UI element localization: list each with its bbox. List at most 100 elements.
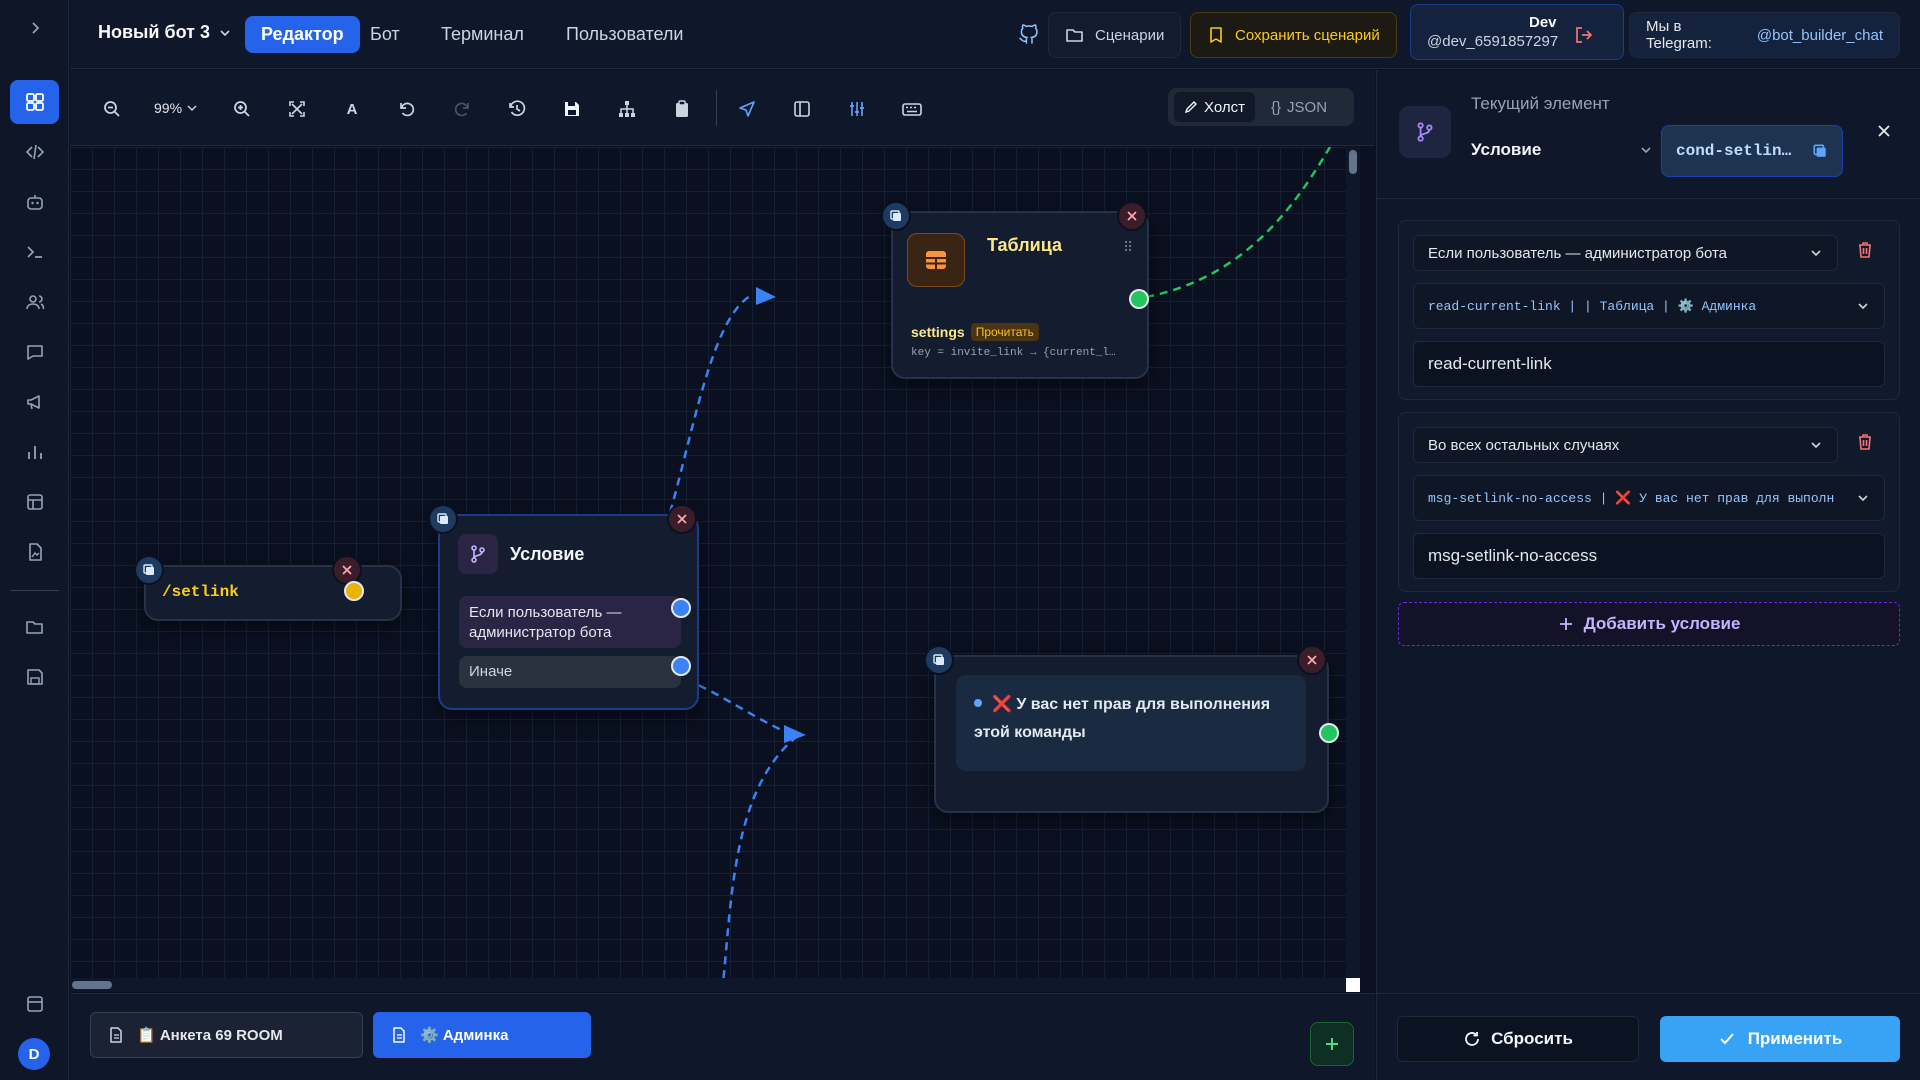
github-button[interactable]: [1018, 23, 1040, 45]
duplicate-node-button[interactable]: [134, 555, 164, 585]
tab-terminal[interactable]: Терминал: [425, 16, 540, 53]
condition-node[interactable]: Условие Если пользователь — администрато…: [428, 504, 699, 710]
delete-node-button[interactable]: [1297, 645, 1327, 675]
delete-node-button[interactable]: [1117, 201, 1147, 231]
font-size-button[interactable]: A: [337, 94, 367, 124]
copy-icon: [933, 654, 944, 665]
close-panel-button[interactable]: [1877, 124, 1891, 138]
delete-node-button[interactable]: [667, 504, 697, 534]
condition-target-input[interactable]: msg-setlink-no-access: [1413, 533, 1885, 579]
apply-button[interactable]: Применить: [1660, 1016, 1900, 1062]
tab-users[interactable]: Пользователи: [550, 16, 699, 53]
add-scenario-button[interactable]: [1310, 1022, 1354, 1066]
rail-open-button[interactable]: [10, 605, 59, 649]
megaphone-icon: [26, 395, 40, 410]
scenario-tab-anketa[interactable]: 📋 Анкета 69 ROOM: [90, 1012, 363, 1058]
element-id-chip[interactable]: cond-setlin…: [1661, 125, 1843, 177]
message-node[interactable]: ❌ У вас нет прав для выполнения этой ком…: [924, 645, 1339, 813]
duplicate-node-button[interactable]: [881, 201, 911, 231]
duplicate-node-button[interactable]: [924, 645, 954, 675]
output-port[interactable]: [1319, 723, 1339, 743]
command-node[interactable]: /setlink: [134, 555, 402, 621]
save-canvas-button[interactable]: [557, 94, 587, 124]
scenario-tab-admin[interactable]: ⚙️ Админка: [373, 1012, 591, 1058]
rail-users-button[interactable]: [10, 280, 59, 324]
robot-icon: [26, 195, 43, 210]
condition-target-select[interactable]: read-current-link | | Таблица | ⚙️ Админ…: [1413, 283, 1885, 329]
message-text: У вас нет прав для выполнения этой коман…: [974, 696, 1271, 741]
zoom-in-button[interactable]: [227, 94, 257, 124]
duplicate-node-button[interactable]: [428, 504, 458, 534]
rail-editor-button[interactable]: [10, 80, 59, 124]
branch-icon: [1399, 106, 1451, 158]
condition-target-input[interactable]: read-current-link: [1413, 341, 1885, 387]
rail-code-button[interactable]: [10, 130, 59, 174]
flow-canvas[interactable]: /setlink Условие Если пользователь — адм…: [70, 147, 1360, 992]
delete-condition-button[interactable]: [1857, 433, 1873, 451]
branch-else-port[interactable]: [671, 656, 691, 676]
rail-stats-button[interactable]: [10, 430, 59, 474]
rail-tables-button[interactable]: [10, 480, 59, 524]
tab-editor[interactable]: Редактор: [245, 16, 360, 53]
telegram-chat-link[interactable]: Мы в Telegram: @bot_builder_chat: [1629, 12, 1900, 58]
toggle-sidebar-button[interactable]: [787, 94, 817, 124]
rail-layout-button[interactable]: [10, 982, 59, 1026]
condition-branch-admin[interactable]: Если пользователь — администратор бота: [459, 596, 681, 648]
redo-button[interactable]: [447, 94, 477, 124]
plus-icon: [1326, 1038, 1338, 1050]
condition-title: Условие: [510, 544, 585, 564]
table-node[interactable]: Таблица ⠿ settings Прочитать key = invit…: [881, 201, 1149, 379]
properties-button[interactable]: [842, 94, 872, 124]
zoom-out-button[interactable]: [97, 94, 127, 124]
rail-messages-button[interactable]: [10, 330, 59, 374]
avatar[interactable]: D: [18, 1038, 50, 1070]
zoom-select[interactable]: 99%: [154, 100, 198, 116]
scenarios-button[interactable]: Сценарии: [1048, 12, 1182, 58]
output-port[interactable]: [344, 581, 364, 601]
history-button[interactable]: [502, 94, 532, 124]
vertical-scroll-thumb[interactable]: [1349, 150, 1357, 174]
rail-save-button[interactable]: [10, 655, 59, 699]
rail-media-button[interactable]: [10, 530, 59, 574]
rail-divider: [10, 590, 59, 591]
condition-branch-else[interactable]: Иначе: [459, 656, 681, 688]
bot-selector[interactable]: Новый бот 3: [98, 22, 232, 43]
logout-button[interactable]: [1574, 25, 1594, 45]
code-icon: [25, 144, 44, 160]
delete-condition-button[interactable]: [1857, 241, 1873, 259]
expand-sidebar-button[interactable]: [10, 6, 59, 50]
canvas-toolbar: 99% A Холст {} JSON: [70, 70, 1375, 146]
keyboard-button[interactable]: [897, 94, 927, 124]
send-button[interactable]: [732, 94, 762, 124]
view-canvas-tab[interactable]: Холст: [1174, 92, 1255, 122]
vertical-scrollbar[interactable]: [1346, 147, 1360, 992]
close-icon: [677, 514, 687, 524]
delete-node-button[interactable]: [332, 555, 362, 585]
drag-handle-icon[interactable]: ⠿: [1123, 239, 1133, 256]
tab-bot[interactable]: Бот: [354, 16, 416, 53]
condition-rule-select[interactable]: Если пользователь — администратор бота: [1413, 235, 1838, 271]
output-port[interactable]: [1129, 289, 1149, 309]
element-id: cond-setlin…: [1676, 142, 1792, 160]
element-type-select[interactable]: Условие: [1471, 140, 1653, 160]
chevron-down-icon: [220, 29, 230, 36]
horizontal-scroll-thumb[interactable]: [72, 981, 112, 989]
condition-rule-select[interactable]: Во всех остальных случаях: [1413, 427, 1838, 463]
scroll-corner: [1346, 978, 1360, 992]
fit-view-button[interactable]: [282, 94, 312, 124]
rail-bot-button[interactable]: [10, 180, 59, 224]
bar-chart-icon: [27, 446, 42, 459]
save-scenario-button[interactable]: Сохранить сценарий: [1190, 12, 1397, 58]
scenario-tab-label: 📋 Анкета 69 ROOM: [137, 1027, 283, 1044]
auto-layout-button[interactable]: [612, 94, 642, 124]
rail-broadcast-button[interactable]: [10, 380, 59, 424]
branch-admin-port[interactable]: [671, 598, 691, 618]
rail-terminal-button[interactable]: [10, 230, 59, 274]
condition-target-select[interactable]: msg-setlink-no-access | ❌ У вас нет прав…: [1413, 475, 1885, 521]
view-json-tab[interactable]: {} JSON: [1261, 92, 1337, 122]
undo-button[interactable]: [392, 94, 422, 124]
add-condition-button[interactable]: Добавить условие: [1398, 602, 1900, 646]
horizontal-scrollbar[interactable]: [70, 978, 1360, 992]
clipboard-button[interactable]: [667, 94, 697, 124]
reset-button[interactable]: Сбросить: [1397, 1016, 1639, 1062]
